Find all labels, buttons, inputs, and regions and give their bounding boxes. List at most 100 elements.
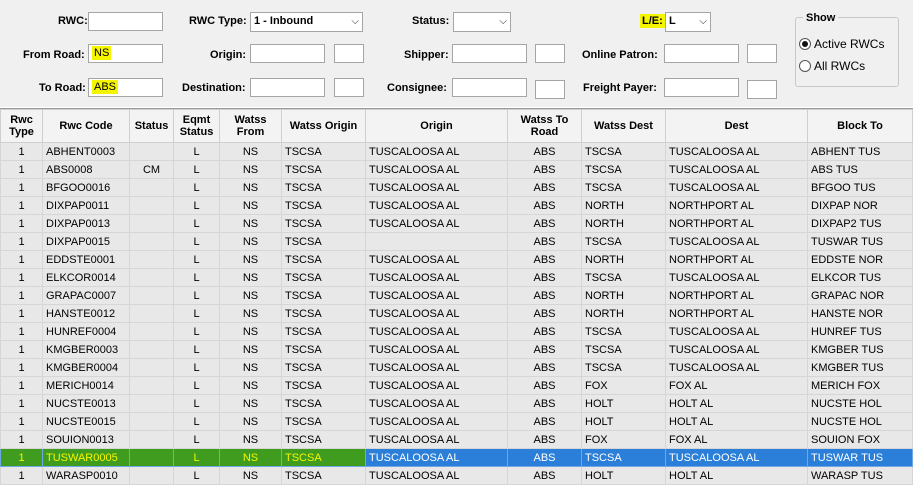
cell-origin[interactable]: TUSCALOOSA AL [365, 448, 508, 467]
cell-watss-origin[interactable]: TSCSA [281, 394, 366, 413]
cell-eqmt-status[interactable]: L [173, 340, 220, 359]
cell-block-to[interactable]: HANSTE NOR [807, 304, 913, 323]
cell-watss-to-road[interactable]: ABS [507, 412, 582, 431]
cell-watss-dest[interactable]: TSCSA [581, 160, 666, 179]
online-patron-input[interactable] [664, 44, 739, 63]
cell-origin[interactable]: TUSCALOOSA AL [365, 250, 508, 269]
cell-watss-origin[interactable]: TSCSA [281, 286, 366, 305]
cell-dest[interactable]: HOLT AL [665, 394, 808, 413]
cell-dest[interactable]: TUSCALOOSA AL [665, 358, 808, 377]
cell-eqmt-status[interactable]: L [173, 376, 220, 395]
active-rwcs-radio[interactable]: Active RWCs [799, 37, 884, 51]
cell-rwc-type[interactable]: 1 [0, 286, 43, 305]
cell-dest[interactable]: NORTHPORT AL [665, 304, 808, 323]
table-row[interactable]: 1 KMGBER0003 L NS TSCSA TUSCALOOSA AL ABS TSCSA… [0, 340, 913, 359]
table-row[interactable]: 1 ELKCOR0014 L NS TSCSA TUSCALOOSA AL ABS TSCSA… [0, 268, 913, 287]
cell-watss-to-road[interactable]: ABS [507, 286, 582, 305]
cell-dest[interactable]: HOLT AL [665, 412, 808, 431]
cell-block-to[interactable]: NUCSTE HOL [807, 412, 913, 431]
table-row[interactable]: 1 WARASP0010 L NS TSCSA TUSCALOOSA AL ABS HOLT H… [0, 466, 913, 485]
cell-eqmt-status[interactable]: L [173, 322, 220, 341]
cell-watss-to-road[interactable]: ABS [507, 196, 582, 215]
table-row[interactable]: 1 MERICH0014 L NS TSCSA TUSCALOOSA AL ABS FOX FO… [0, 376, 913, 395]
cell-block-to[interactable]: DIXPAP2 TUS [807, 214, 913, 233]
cell-watss-dest[interactable]: TSCSA [581, 340, 666, 359]
column-header-dest[interactable]: Dest [665, 109, 808, 143]
cell-watss-dest[interactable]: TSCSA [581, 358, 666, 377]
cell-block-to[interactable]: TUSWAR TUS [807, 448, 913, 467]
cell-watss-to-road[interactable]: ABS [507, 340, 582, 359]
cell-watss-dest[interactable]: NORTH [581, 250, 666, 269]
cell-origin[interactable]: TUSCALOOSA AL [365, 214, 508, 233]
cell-rwc-code[interactable]: BFGOO0016 [42, 178, 130, 197]
destination-state-input[interactable] [334, 78, 364, 97]
cell-dest[interactable]: TUSCALOOSA AL [665, 340, 808, 359]
cell-watss-origin[interactable]: TSCSA [281, 232, 366, 251]
cell-watss-from[interactable]: NS [219, 178, 282, 197]
cell-watss-to-road[interactable]: ABS [507, 322, 582, 341]
cell-watss-dest[interactable]: NORTH [581, 304, 666, 323]
cell-rwc-code[interactable]: ELKCOR0014 [42, 268, 130, 287]
cell-eqmt-status[interactable]: L [173, 178, 220, 197]
cell-dest[interactable]: TUSCALOOSA AL [665, 232, 808, 251]
cell-watss-to-road[interactable]: ABS [507, 430, 582, 449]
cell-watss-to-road[interactable]: ABS [507, 142, 582, 161]
cell-eqmt-status[interactable]: L [173, 214, 220, 233]
cell-status[interactable] [129, 178, 174, 197]
cell-watss-dest[interactable]: TSCSA [581, 268, 666, 287]
cell-rwc-type[interactable]: 1 [0, 268, 43, 287]
cell-rwc-type[interactable]: 1 [0, 322, 43, 341]
cell-status[interactable] [129, 304, 174, 323]
cell-status[interactable] [129, 448, 174, 467]
cell-watss-from[interactable]: NS [219, 160, 282, 179]
cell-origin[interactable]: TUSCALOOSA AL [365, 286, 508, 305]
column-header-rwc-code[interactable]: Rwc Code [42, 109, 130, 143]
table-row[interactable]: 1 SOUION0013 L NS TSCSA TUSCALOOSA AL ABS FOX FO… [0, 430, 913, 449]
cell-watss-from[interactable]: NS [219, 376, 282, 395]
cell-rwc-code[interactable]: GRAPAC0007 [42, 286, 130, 305]
cell-watss-origin[interactable]: TSCSA [281, 214, 366, 233]
column-header-block-to[interactable]: Block To [807, 109, 913, 143]
cell-watss-dest[interactable]: NORTH [581, 196, 666, 215]
cell-watss-from[interactable]: NS [219, 142, 282, 161]
cell-status[interactable] [129, 376, 174, 395]
cell-watss-origin[interactable]: TSCSA [281, 322, 366, 341]
cell-rwc-code[interactable]: MERICH0014 [42, 376, 130, 395]
cell-watss-dest[interactable]: FOX [581, 430, 666, 449]
cell-status[interactable]: CM [129, 160, 174, 179]
cell-dest[interactable]: FOX AL [665, 430, 808, 449]
cell-watss-from[interactable]: NS [219, 232, 282, 251]
le-select[interactable]: L ⌵ [665, 12, 711, 32]
cell-block-to[interactable]: SOUION FOX [807, 430, 913, 449]
table-row[interactable]: 1 ABS0008 CM L NS TSCSA TUSCALOOSA AL ABS TSCSA T… [0, 160, 913, 179]
table-row[interactable]: 1 BFGOO0016 L NS TSCSA TUSCALOOSA AL ABS TSCSA T… [0, 178, 913, 197]
cell-block-to[interactable]: KMGBER TUS [807, 358, 913, 377]
cell-watss-to-road[interactable]: ABS [507, 250, 582, 269]
cell-rwc-type[interactable]: 1 [0, 466, 43, 485]
cell-block-to[interactable]: DIXPAP NOR [807, 196, 913, 215]
cell-eqmt-status[interactable]: L [173, 448, 220, 467]
cell-watss-dest[interactable]: NORTH [581, 286, 666, 305]
cell-dest[interactable]: TUSCALOOSA AL [665, 268, 808, 287]
cell-eqmt-status[interactable]: L [173, 268, 220, 287]
cell-rwc-code[interactable]: KMGBER0004 [42, 358, 130, 377]
cell-block-to[interactable]: WARASP TUS [807, 466, 913, 485]
cell-block-to[interactable]: HUNREF TUS [807, 322, 913, 341]
cell-origin[interactable]: TUSCALOOSA AL [365, 322, 508, 341]
cell-status[interactable] [129, 430, 174, 449]
cell-block-to[interactable]: KMGBER TUS [807, 340, 913, 359]
cell-rwc-code[interactable]: ABS0008 [42, 160, 130, 179]
cell-watss-origin[interactable]: TSCSA [281, 466, 366, 485]
cell-rwc-code[interactable]: NUCSTE0013 [42, 394, 130, 413]
cell-status[interactable] [129, 196, 174, 215]
cell-watss-dest[interactable]: TSCSA [581, 178, 666, 197]
cell-watss-origin[interactable]: TSCSA [281, 412, 366, 431]
cell-block-to[interactable]: TUSWAR TUS [807, 232, 913, 251]
cell-rwc-type[interactable]: 1 [0, 430, 43, 449]
cell-rwc-type[interactable]: 1 [0, 358, 43, 377]
cell-eqmt-status[interactable]: L [173, 196, 220, 215]
cell-block-to[interactable]: ABS TUS [807, 160, 913, 179]
consignee-extra-input[interactable] [535, 80, 565, 99]
cell-watss-to-road[interactable]: ABS [507, 466, 582, 485]
column-header-watss-origin[interactable]: Watss Origin [281, 109, 366, 143]
